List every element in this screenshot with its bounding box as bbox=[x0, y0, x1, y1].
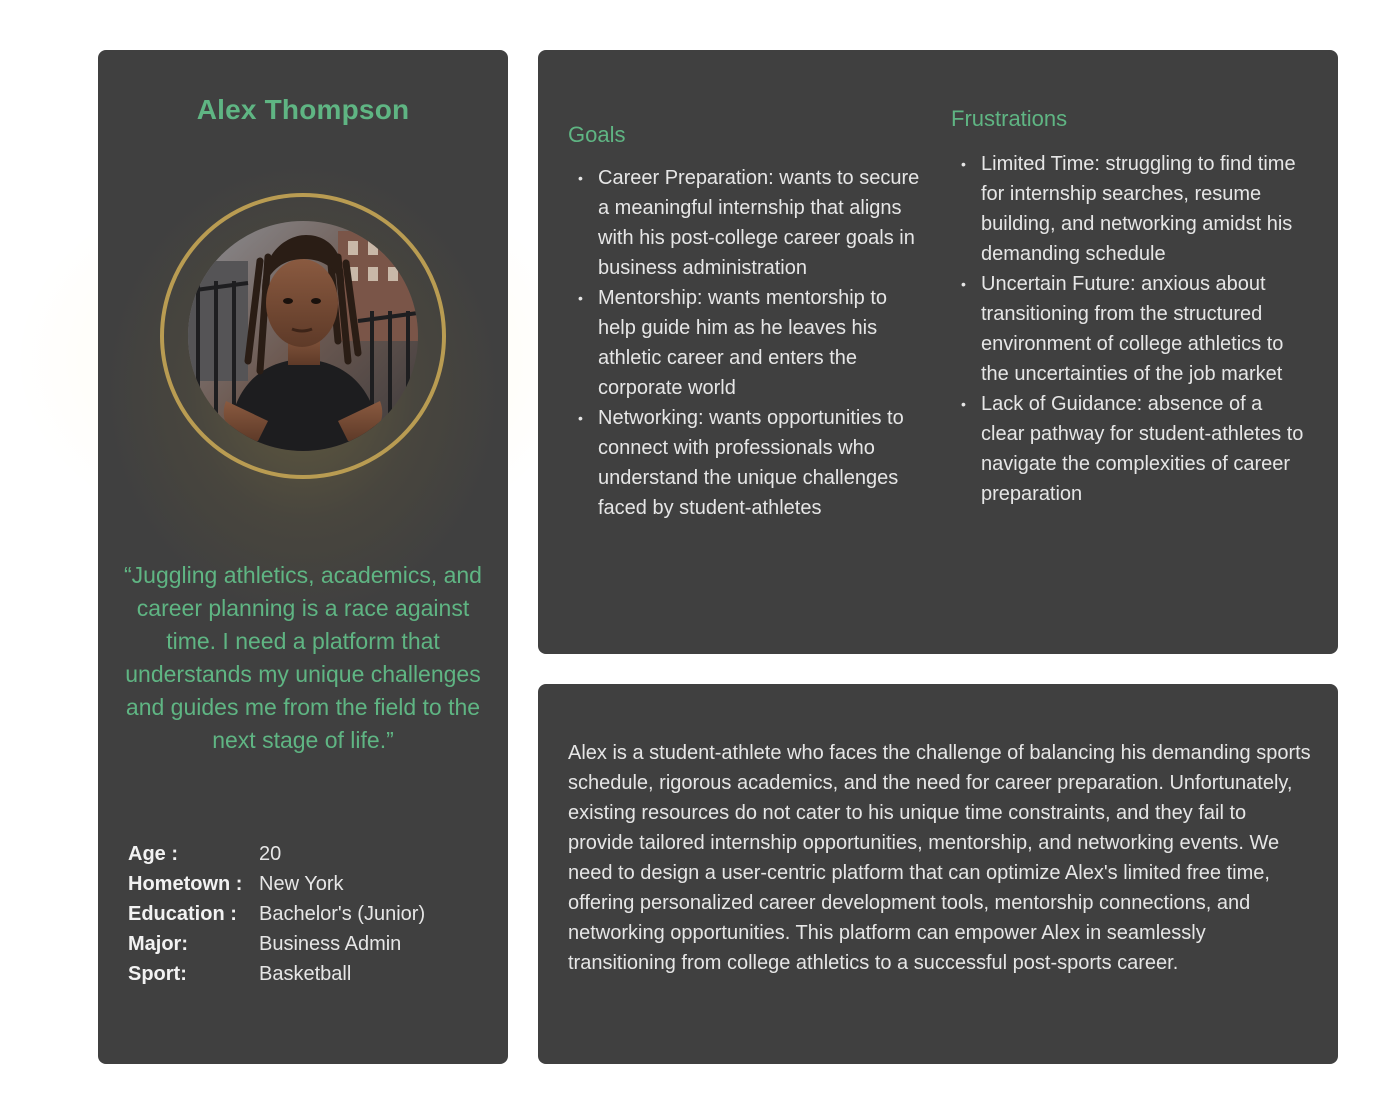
goal-text: Mentorship: wants mentorship to help gui… bbox=[598, 287, 888, 399]
list-item: • Limited Time: struggling to find time f… bbox=[951, 149, 1311, 269]
goal-text: Career Preparation: wants to secure a me… bbox=[598, 167, 920, 279]
fact-label: Hometown : bbox=[128, 873, 243, 895]
fact-sport: Sport: Basketball bbox=[128, 959, 488, 989]
fact-label: Education : bbox=[128, 903, 237, 925]
bullet-icon: • bbox=[961, 276, 966, 292]
bullet-icon: • bbox=[961, 396, 966, 412]
profile-card: Alex Thompson “Juggling athletics, acade… bbox=[98, 50, 508, 1064]
fact-value: 20 bbox=[259, 843, 282, 865]
persona-name: Alex Thompson bbox=[196, 94, 410, 125]
fact-age: Age : 20 bbox=[128, 839, 488, 869]
goals-list: • Career Preparation: wants to secure a m… bbox=[568, 163, 928, 523]
fact-education: Education : Bachelor's (Junior) bbox=[128, 899, 488, 929]
bullet-icon: • bbox=[578, 170, 583, 186]
avatar bbox=[188, 221, 418, 451]
fact-value: New York bbox=[259, 873, 344, 895]
fact-value: Bachelor's (Junior) bbox=[259, 903, 426, 925]
list-item: • Mentorship: wants mentorship to help gu… bbox=[568, 283, 928, 403]
frustration-text: Lack of Guidance: absence of a clear pat… bbox=[981, 393, 1304, 505]
fact-label: Age : bbox=[128, 843, 178, 865]
bullet-icon: • bbox=[578, 410, 583, 426]
goals-frustrations-card: Goals • Career Preparation: wants to secu… bbox=[538, 50, 1338, 654]
avatar-photo-icon bbox=[188, 221, 418, 451]
summary-text: Alex is a student-athlete who faces the … bbox=[568, 742, 1311, 974]
frustrations-list: • Limited Time: struggling to find time f… bbox=[951, 149, 1311, 509]
persona-facts: Age : 20 Hometown : New York Education :… bbox=[128, 839, 488, 989]
frustration-text: Uncertain Future: anxious about transiti… bbox=[981, 273, 1284, 385]
frustrations-title: Frustrations bbox=[951, 106, 1068, 131]
fact-major: Major: Business Admin bbox=[128, 929, 488, 959]
fact-label: Sport: bbox=[128, 963, 187, 985]
bullet-icon: • bbox=[578, 290, 583, 306]
fact-value: Basketball bbox=[259, 963, 352, 985]
list-item: • Career Preparation: wants to secure a m… bbox=[568, 163, 928, 283]
persona-quote: “Juggling athletics, academics, and care… bbox=[124, 562, 482, 753]
frustration-text: Limited Time: struggling to find time fo… bbox=[981, 153, 1296, 265]
goals-title: Goals bbox=[568, 122, 626, 147]
bullet-icon: • bbox=[961, 156, 966, 172]
fact-label: Major: bbox=[128, 933, 188, 955]
list-item: • Networking: wants opportunities to conn… bbox=[568, 403, 928, 523]
summary-card: Alex is a student-athlete who faces the … bbox=[538, 684, 1338, 1064]
fact-hometown: Hometown : New York bbox=[128, 869, 488, 899]
list-item: • Lack of Guidance: absence of a clear pa… bbox=[951, 389, 1311, 509]
fact-value: Business Admin bbox=[259, 933, 402, 955]
goal-text: Networking: wants opportunities to conne… bbox=[598, 407, 904, 519]
list-item: • Uncertain Future: anxious about transit… bbox=[951, 269, 1311, 389]
